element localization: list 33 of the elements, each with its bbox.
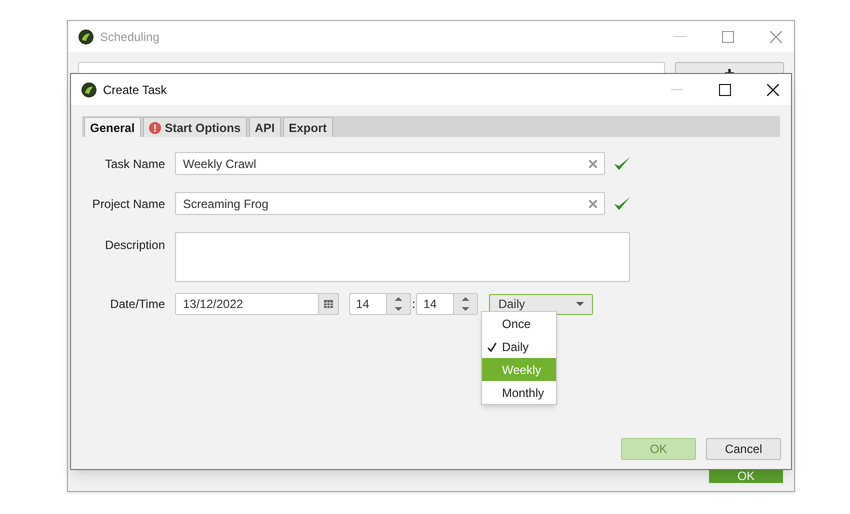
calendar-icon[interactable] xyxy=(324,300,333,308)
clear-icon[interactable] xyxy=(589,160,597,168)
frequency-dropdown[interactable]: Daily xyxy=(489,294,594,314)
field-label: Project Name xyxy=(91,196,166,212)
tab[interactable]: API xyxy=(248,117,281,137)
frog-logo-icon xyxy=(81,82,97,98)
clear-icon[interactable] xyxy=(589,200,597,208)
time-spinner[interactable]: 14 xyxy=(416,293,478,315)
dialog-button[interactable]: Cancel xyxy=(706,438,781,460)
caret-icon xyxy=(576,302,584,306)
window-title: Create Task xyxy=(103,82,168,98)
time-separator: : xyxy=(411,296,416,313)
description-field[interactable] xyxy=(175,232,630,282)
menu-item[interactable]: Once xyxy=(482,312,556,335)
text-field[interactable]: Screaming Frog xyxy=(175,192,605,215)
frog-logo-icon xyxy=(78,28,94,44)
menu-item[interactable]: Daily xyxy=(482,335,556,358)
tab[interactable]: Export xyxy=(282,117,333,137)
field-label: Task Name xyxy=(104,156,166,172)
menu-item[interactable]: Monthly xyxy=(482,381,556,404)
time-spinner[interactable]: 14 xyxy=(349,293,411,315)
tab[interactable]: Start Options xyxy=(142,117,247,137)
checkmark-icon xyxy=(613,196,631,212)
window-title: Scheduling xyxy=(100,28,160,46)
date-field[interactable]: 13/12/2022 xyxy=(175,293,339,315)
close-icon[interactable] xyxy=(767,84,779,96)
checkmark-icon xyxy=(613,156,631,172)
text-field[interactable]: Weekly Crawl xyxy=(175,152,605,175)
maximize-icon[interactable] xyxy=(719,84,731,96)
tab[interactable]: General xyxy=(84,117,141,137)
field-label: Description xyxy=(104,237,166,254)
check-icon xyxy=(487,342,497,352)
field-label: Date/Time xyxy=(109,296,166,313)
